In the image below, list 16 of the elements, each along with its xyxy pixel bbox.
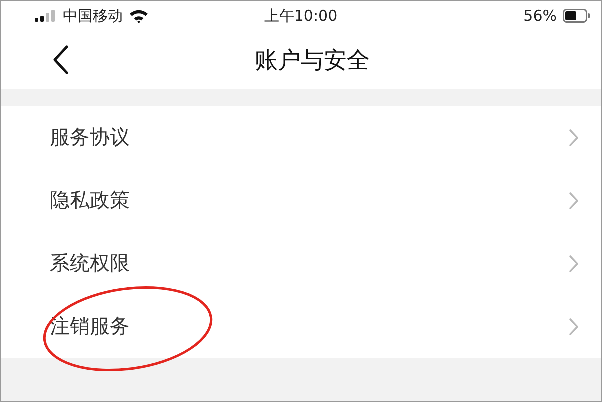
chevron-right-icon xyxy=(569,128,579,146)
chevron-right-icon xyxy=(569,254,579,272)
signal-icon xyxy=(35,10,57,22)
chevron-right-icon xyxy=(569,192,579,210)
battery-icon xyxy=(563,9,591,23)
chevron-right-icon xyxy=(569,318,579,336)
clock-time: 上午10:00 xyxy=(264,6,338,26)
menu-item[interactable]: 系统权限 xyxy=(1,232,601,295)
menu-item[interactable]: 服务协议 xyxy=(1,106,601,169)
carrier-name: 中国移动 xyxy=(63,6,123,26)
back-icon[interactable] xyxy=(53,45,69,75)
battery-percent: 56% xyxy=(524,7,557,25)
menu-item[interactable]: 隐私政策 xyxy=(1,169,601,232)
menu-item[interactable]: 注销服务 xyxy=(1,295,601,358)
page-title: 账户与安全 xyxy=(255,46,370,76)
wifi-icon xyxy=(129,8,149,24)
